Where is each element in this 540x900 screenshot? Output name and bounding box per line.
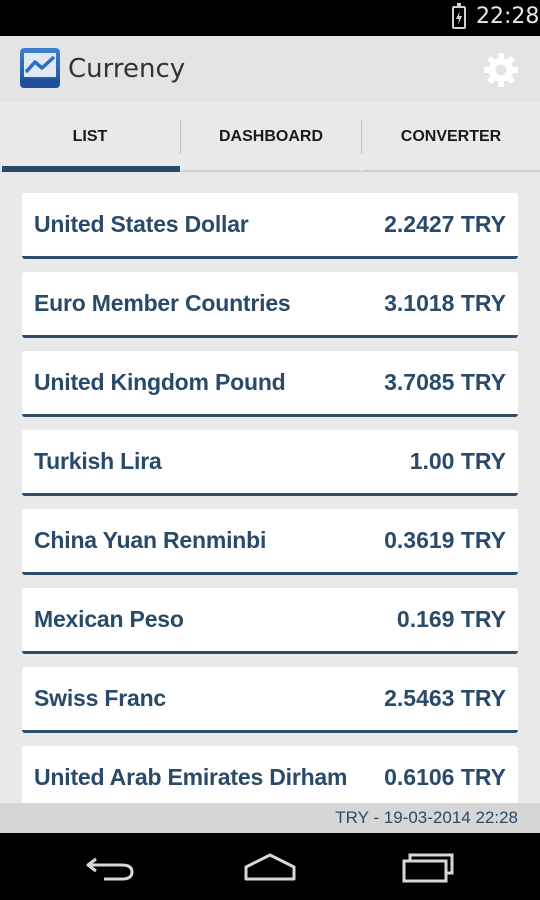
- status-bar: 22:28: [0, 0, 540, 36]
- recent-apps-icon[interactable]: [398, 851, 458, 883]
- currency-value: 1.00 TRY: [409, 448, 506, 474]
- currency-name: Euro Member Countries: [34, 290, 291, 316]
- chart-app-icon: [20, 48, 60, 88]
- currency-name: China Yuan Renminbi: [34, 527, 267, 553]
- tab-bar: LIST DASHBOARD CONVERTER: [0, 102, 540, 172]
- currency-name: United States Dollar: [34, 211, 249, 237]
- list-item[interactable]: Turkish Lira 1.00 TRY: [22, 430, 518, 496]
- tab-list[interactable]: LIST: [0, 102, 180, 172]
- system-nav-bar: [0, 833, 540, 900]
- currency-value: 2.2427 TRY: [384, 211, 506, 237]
- tab-converter[interactable]: CONVERTER: [362, 102, 540, 172]
- status-clock: 22:28: [476, 4, 540, 29]
- tab-underline: [363, 170, 540, 172]
- list-item[interactable]: United Arab Emirates Dirham 0.6106 TRY: [22, 746, 518, 803]
- currency-value: 0.6106 TRY: [384, 764, 506, 790]
- currency-value: 2.5463 TRY: [384, 685, 506, 711]
- currency-value: 0.169 TRY: [396, 606, 506, 632]
- currency-value: 3.7085 TRY: [384, 369, 506, 395]
- list-item[interactable]: Swiss Franc 2.5463 TRY: [22, 667, 518, 733]
- tab-dashboard[interactable]: DASHBOARD: [181, 102, 361, 172]
- back-icon[interactable]: [82, 851, 142, 883]
- currency-name: United Kingdom Pound: [34, 369, 286, 395]
- list-item[interactable]: China Yuan Renminbi 0.3619 TRY: [22, 509, 518, 575]
- list-item[interactable]: United Kingdom Pound 3.7085 TRY: [22, 351, 518, 417]
- selected-tab-indicator: [2, 166, 180, 172]
- currency-name: Swiss Franc: [34, 685, 167, 711]
- list-item[interactable]: Mexican Peso 0.169 TRY: [22, 588, 518, 654]
- action-bar: Currency: [0, 36, 540, 102]
- currency-value: 0.3619 TRY: [384, 527, 506, 553]
- home-icon[interactable]: [240, 851, 300, 883]
- currency-value: 3.1018 TRY: [384, 290, 506, 316]
- tab-underline: [182, 170, 360, 172]
- gear-icon[interactable]: [482, 51, 520, 89]
- app-title: Currency: [68, 54, 186, 84]
- last-update-text: TRY - 19-03-2014 22:28: [335, 808, 518, 827]
- currency-name: Mexican Peso: [34, 606, 184, 632]
- currency-name: United Arab Emirates Dirham: [34, 764, 348, 790]
- last-update-footer: TRY - 19-03-2014 22:28: [0, 803, 540, 833]
- battery-charging-icon: [452, 3, 466, 29]
- list-item[interactable]: United States Dollar 2.2427 TRY: [22, 193, 518, 259]
- list-item[interactable]: Euro Member Countries 3.1018 TRY: [22, 272, 518, 338]
- currency-list[interactable]: United States Dollar 2.2427 TRY Euro Mem…: [22, 193, 518, 803]
- currency-name: Turkish Lira: [34, 448, 162, 474]
